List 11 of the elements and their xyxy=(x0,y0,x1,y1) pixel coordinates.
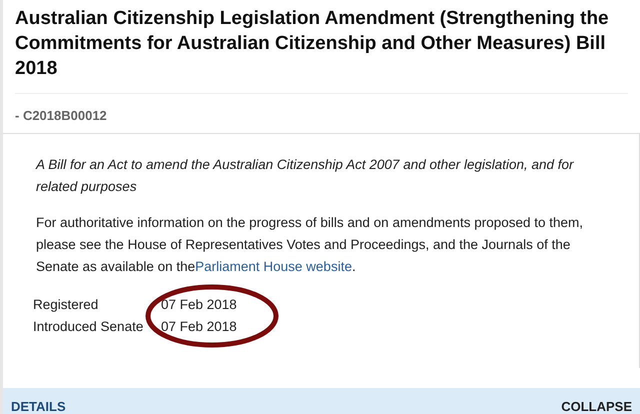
bill-title: Australian Citizenship Legislation Amendment (Strengthening the Commitments for Australian Citizenship and Other Measures) Bill 2018 xyxy=(15,7,610,81)
bill-code: - C2018B00012 xyxy=(15,108,108,125)
date-label: Introduced Senate xyxy=(33,318,144,336)
date-value: 07 Feb 2018 xyxy=(161,318,237,336)
collapse-link[interactable]: COLLAPSE xyxy=(561,399,632,414)
date-label: Registered xyxy=(33,296,100,314)
date-value: 07 Feb 2018 xyxy=(161,296,237,314)
details-heading: DETAILS xyxy=(11,399,66,414)
progress-note: For authoritative information on the progress of bills and on amendments proposed to them, please see the House of Representatives Votes and Proceedings, and the Journals of the Senate as available on theParliament House website. xyxy=(36,214,584,276)
bill-description: A Bill for an Act to amend the Australian Citizenship Act 2007 and other legislation, and for related purposes xyxy=(36,156,575,196)
parliament-link[interactable]: Parliament House website xyxy=(195,259,352,274)
